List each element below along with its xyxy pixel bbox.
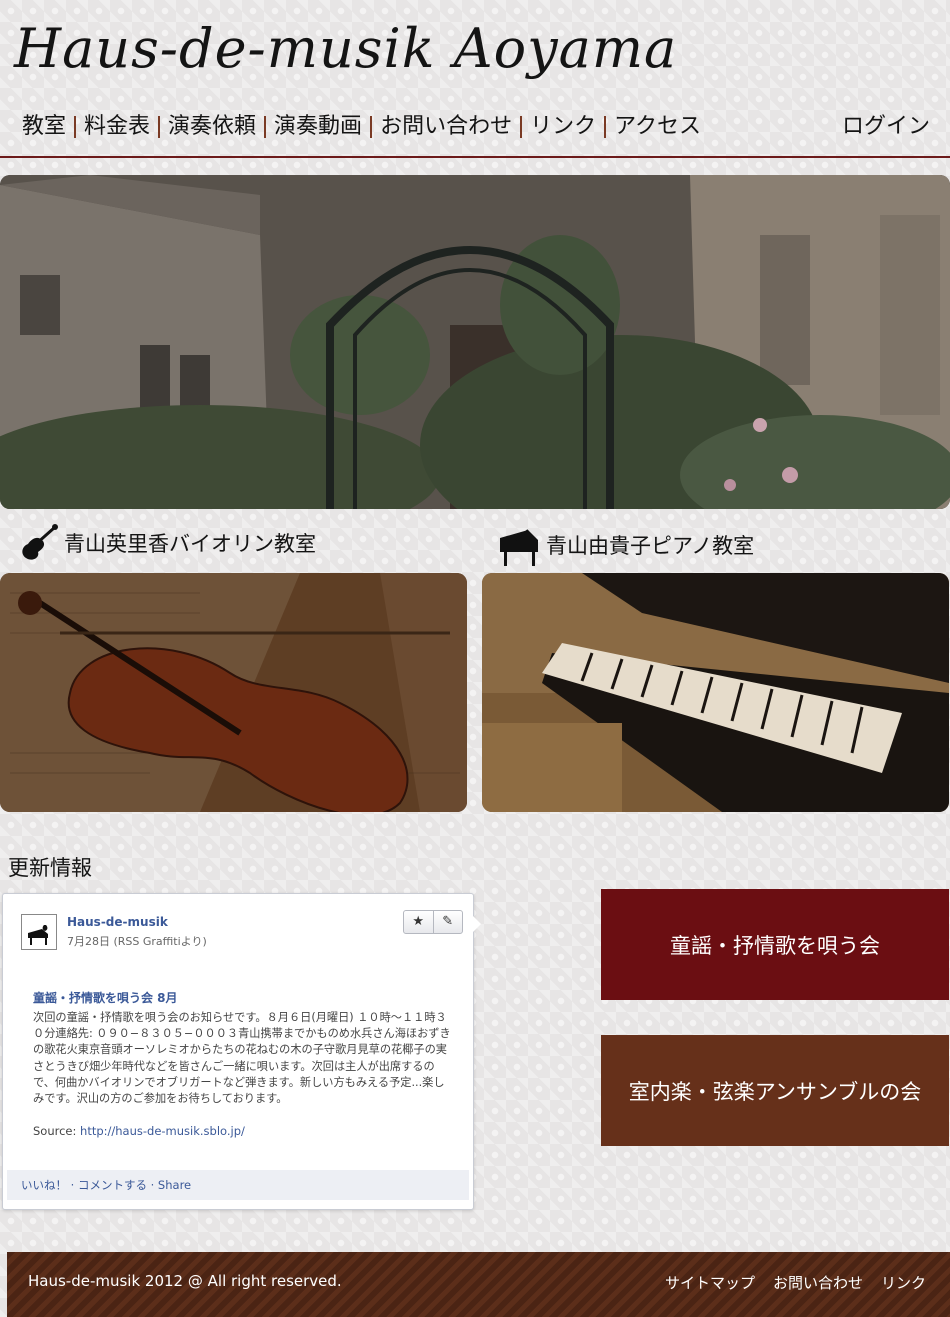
news-heading: 更新情報 bbox=[8, 856, 92, 880]
login-link[interactable]: ログイン bbox=[834, 112, 936, 142]
nav-item-links[interactable]: リンク bbox=[522, 112, 604, 142]
news-post-widget: Haus-de-musik 7月28日 (RSS Graffitiより) ★ ✎… bbox=[2, 893, 481, 1210]
nav-item-contact[interactable]: お問い合わせ bbox=[372, 112, 520, 142]
piano-icon bbox=[498, 526, 542, 566]
avatar[interactable] bbox=[21, 914, 57, 950]
post-actions[interactable]: いいね！ · コメントする · Share bbox=[7, 1170, 469, 1200]
post-source-link[interactable]: http://haus-de-musik.sblo.jp/ bbox=[80, 1124, 245, 1138]
site-logo[interactable]: Haus-de-musik Aoyama bbox=[14, 22, 677, 76]
post-source-label: Source: bbox=[33, 1124, 81, 1138]
post-notch bbox=[473, 916, 481, 932]
hero-garden-image bbox=[0, 175, 950, 509]
ensemble-event-banner[interactable]: 室内楽・弦楽アンサンブルの会 bbox=[601, 1035, 949, 1146]
piano-class-image[interactable] bbox=[482, 573, 949, 812]
nav-item-performance-request[interactable]: 演奏依頼 bbox=[160, 112, 264, 142]
footer-links: サイトマップ お問い合わせ リンク bbox=[665, 1272, 926, 1293]
post-source: Source: http://haus-de-musik.sblo.jp/ bbox=[33, 1124, 245, 1138]
violin-class-image[interactable] bbox=[0, 573, 467, 812]
violin-icon bbox=[16, 524, 60, 562]
star-icon[interactable]: ★ bbox=[404, 911, 434, 933]
footer-link-sitemap[interactable]: サイトマップ bbox=[665, 1272, 755, 1293]
footer-link-contact[interactable]: お問い合わせ bbox=[773, 1272, 863, 1293]
nav-item-access[interactable]: アクセス bbox=[606, 112, 709, 142]
violin-class-title: 青山英里香バイオリン教室 bbox=[64, 532, 316, 556]
piano-class-title: 青山由貴子ピアノ教室 bbox=[546, 534, 755, 558]
post-author[interactable]: Haus-de-musik bbox=[67, 915, 168, 929]
post-body: 次回の童謡・抒情歌を唄う会のお知らせです。８月６日(月曜日) １０時〜１１時３０… bbox=[33, 1011, 451, 1106]
footer-link-links[interactable]: リンク bbox=[881, 1272, 926, 1293]
pencil-icon[interactable]: ✎ bbox=[434, 911, 463, 933]
nav-item-fees[interactable]: 料金表 bbox=[76, 112, 158, 142]
piano-class-heading[interactable]: 青山由貴子ピアノ教室 bbox=[498, 526, 755, 566]
violin-class-heading[interactable]: 青山英里香バイオリン教室 bbox=[16, 524, 316, 562]
footer-copyright: Haus-de-musik 2012 @ All right reserved. bbox=[28, 1272, 342, 1290]
post-title[interactable]: 童謡・抒情歌を唄う会 8月 bbox=[33, 989, 178, 1006]
site-footer: Haus-de-musik 2012 @ All right reserved.… bbox=[7, 1252, 950, 1317]
nav-divider bbox=[0, 156, 950, 158]
nav-item-videos[interactable]: 演奏動画 bbox=[266, 112, 370, 142]
post-date[interactable]: 7月28日 (RSS Graffitiより) bbox=[67, 933, 207, 949]
post-tools: ★ ✎ bbox=[403, 910, 463, 934]
singing-event-banner[interactable]: 童謡・抒情歌を唄う会 bbox=[601, 889, 949, 1000]
nav-item-classroom[interactable]: 教室 bbox=[14, 112, 74, 142]
main-nav: 教室 料金表 演奏依頼 演奏動画 お問い合わせ リンク アクセス ログイン bbox=[14, 112, 936, 142]
